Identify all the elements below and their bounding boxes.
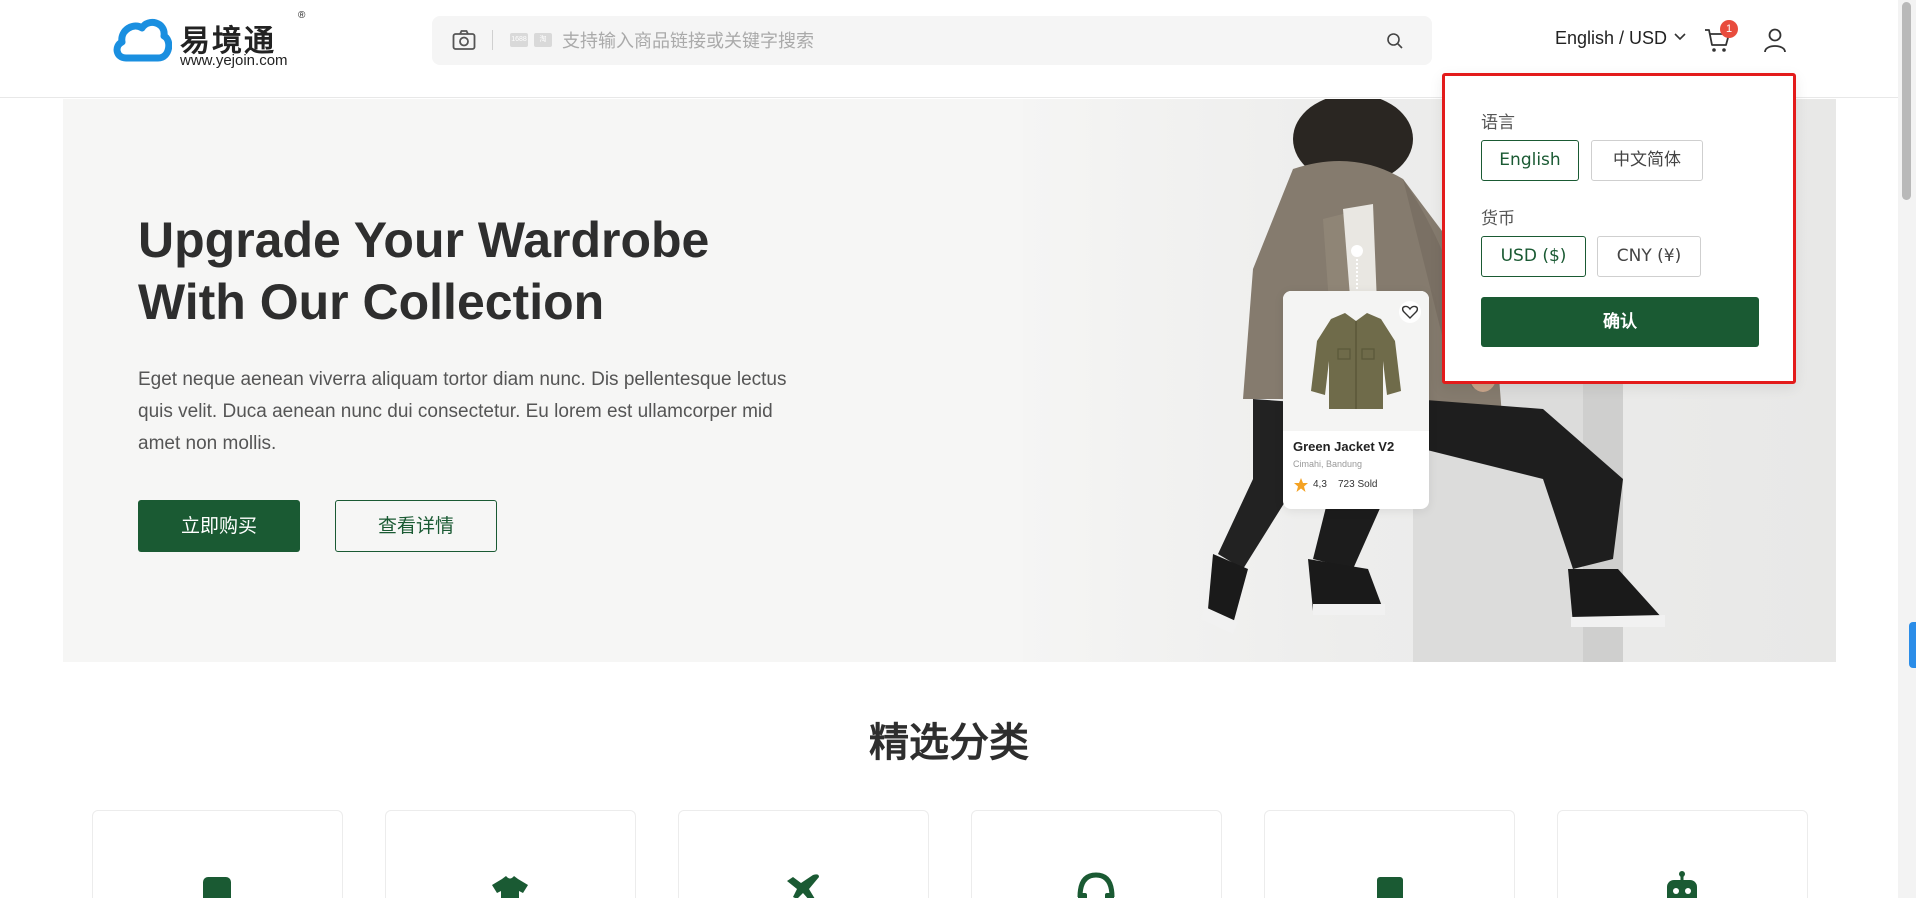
locale-label: English / USD [1555, 28, 1668, 48]
product-name: Green Jacket V2 [1293, 439, 1395, 454]
wishlist-button[interactable] [1399, 301, 1421, 323]
side-floating-tab[interactable] [1909, 622, 1916, 668]
headphones-icon [1077, 872, 1115, 898]
cloud-logo-icon [113, 18, 172, 62]
page: 易境通 ® www.yejoin.com 1688 淘 English / US… [0, 0, 1916, 898]
product-rating: 4,3 [1313, 479, 1327, 490]
tshirt-icon [492, 876, 528, 898]
product-card[interactable]: Green Jacket V2 Cimahi, Bandung 4,3 723 … [1283, 291, 1429, 509]
hero-title-line: Upgrade Your Wardrobe [138, 212, 710, 268]
product-location: Cimahi, Bandung [1293, 459, 1363, 469]
camera-icon[interactable] [452, 29, 476, 51]
hero-title-line: With Our Collection [138, 274, 605, 330]
language-option-chinese[interactable]: 中文简体 [1591, 140, 1703, 181]
platform-chip-icon: 淘 [534, 33, 552, 47]
logo[interactable]: 易境通 ® www.yejoin.com [112, 10, 312, 74]
confirm-button[interactable]: 确认 [1481, 297, 1759, 347]
category-card[interactable] [1557, 810, 1808, 898]
view-details-button[interactable]: 查看详情 [335, 500, 497, 552]
product-sold-count: 723 Sold [1338, 479, 1378, 490]
currency-option-usd[interactable]: USD ($) [1481, 236, 1586, 277]
section-title: 精选分类 [869, 720, 1029, 766]
category-card[interactable] [1264, 810, 1515, 898]
scrollbar-thumb[interactable] [1902, 2, 1911, 200]
search-bar: 1688 淘 [432, 16, 1432, 65]
search-icon[interactable] [1386, 32, 1404, 50]
star-icon [1294, 478, 1308, 492]
search-divider [492, 30, 493, 50]
user-icon[interactable] [1763, 27, 1787, 53]
language-option-english[interactable]: English [1481, 140, 1579, 181]
hero-description: Eget neque aenean viverra aliquam tortor… [138, 369, 787, 454]
category-card[interactable] [678, 810, 929, 898]
airplane-icon [787, 874, 819, 898]
hotspot-dot[interactable] [1351, 245, 1363, 257]
heart-icon [1401, 305, 1419, 319]
hero-title: Upgrade Your Wardrobe With Our Collectio… [138, 209, 838, 333]
robot-icon [1667, 871, 1697, 898]
cart-count-badge: 1 [1720, 20, 1738, 38]
locale-switch[interactable]: English / USD [1555, 28, 1686, 49]
chevron-down-icon [1674, 33, 1686, 41]
buy-now-button[interactable]: 立即购买 [138, 500, 300, 552]
book-icon [1377, 877, 1403, 898]
category-card[interactable] [92, 810, 343, 898]
currency-label: 货币 [1481, 209, 1515, 229]
category-card[interactable] [971, 810, 1222, 898]
language-label: 语言 [1481, 113, 1515, 133]
logo-url: www.yejoin.com [180, 52, 288, 69]
currency-option-cny[interactable]: CNY (¥) [1597, 236, 1701, 277]
hotspot-connector [1356, 259, 1358, 293]
phone-icon [203, 877, 231, 898]
search-input[interactable] [562, 26, 1362, 56]
category-card[interactable] [385, 810, 636, 898]
registered-mark: ® [298, 10, 306, 21]
locale-dropdown-panel: 语言 English 中文简体 货币 USD ($) CNY (¥) 确认 [1442, 73, 1796, 384]
platform-chip-icon: 1688 [510, 33, 528, 47]
vertical-scrollbar[interactable] [1898, 0, 1916, 898]
